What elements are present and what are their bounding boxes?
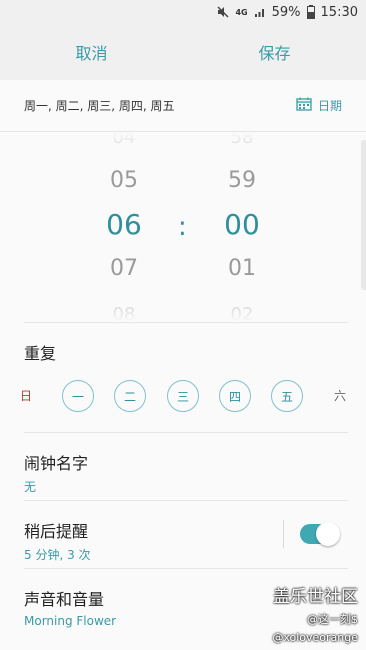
watermark-line3: @xoloveorange [272,631,358,644]
toggle-knob [316,522,340,546]
weekday-monday[interactable]: 一 [62,380,94,412]
watermark-line2: @这一刻$ [307,613,358,626]
hour-wheel[interactable]: 04 05 06 07 08 [94,132,154,322]
hour-selected[interactable]: 06 [94,208,154,241]
repeat-days-summary: 周一, 周二, 周三, 周四, 周五 [24,99,175,113]
date-button-label: 日期 [317,99,342,113]
repeat-summary-row: 周一, 周二, 周三, 周四, 周五 日期 [0,80,366,132]
snooze-setting[interactable]: 稍后提醒 5 分钟, 3 次 [24,518,246,563]
mute-icon [217,6,229,18]
minute-option[interactable]: 01 [212,256,272,281]
clock: 15:30 [320,4,358,20]
weekday-friday[interactable]: 五 [271,380,303,412]
battery-percent: 59% [271,4,301,20]
save-button[interactable]: 保存 [183,40,366,64]
signal-icon [254,6,266,18]
date-button[interactable]: 日期 [296,97,342,114]
weekday-thursday[interactable]: 四 [219,380,251,412]
divider [24,500,348,501]
alarm-name-setting[interactable]: 闹钟名字 无 [24,450,348,495]
snooze-toggle[interactable] [300,522,340,546]
status-bar: 4G 59% 15:30 [0,0,366,24]
action-bar: 取消 保存 [0,24,366,80]
watermark: 盖乐世社区 @这一刻$ @xoloveorange [272,582,358,644]
repeat-title: 重复 [24,344,57,363]
picker-fade-bottom [0,298,366,322]
calendar-icon [296,97,312,114]
network-type: 4G [235,7,248,17]
snooze-value: 5 分钟, 3 次 [24,548,91,562]
cancel-button[interactable]: 取消 [0,40,183,64]
divider [24,568,348,569]
time-separator: : [178,212,187,242]
divider [24,432,348,433]
weekday-sunday[interactable]: 日 [10,380,42,412]
snooze-title: 稍后提醒 [24,522,89,541]
vertical-divider [283,520,284,548]
picker-fade-top [0,132,366,156]
weekday-selector: 日 一 二 三 四 五 六 [0,376,366,416]
weekday-saturday[interactable]: 六 [324,380,356,412]
alarm-name-value: 无 [24,480,37,494]
snooze-toggle-wrap [283,520,340,548]
battery-icon [306,5,315,19]
minute-option[interactable]: 59 [212,168,272,193]
edge-panel-handle[interactable] [361,140,366,290]
alarm-name-title: 闹钟名字 [24,454,89,473]
weekday-wednesday[interactable]: 三 [167,380,199,412]
minute-wheel[interactable]: 58 59 00 01 02 [212,132,272,322]
hour-option[interactable]: 07 [94,256,154,281]
hour-option[interactable]: 05 [94,168,154,193]
watermark-line1: 盖乐世社区 [273,587,358,607]
weekday-tuesday[interactable]: 二 [114,380,146,412]
minute-selected[interactable]: 00 [212,208,272,241]
time-picker: 04 05 06 07 08 : 58 59 00 01 02 [0,132,366,322]
divider [24,322,348,323]
